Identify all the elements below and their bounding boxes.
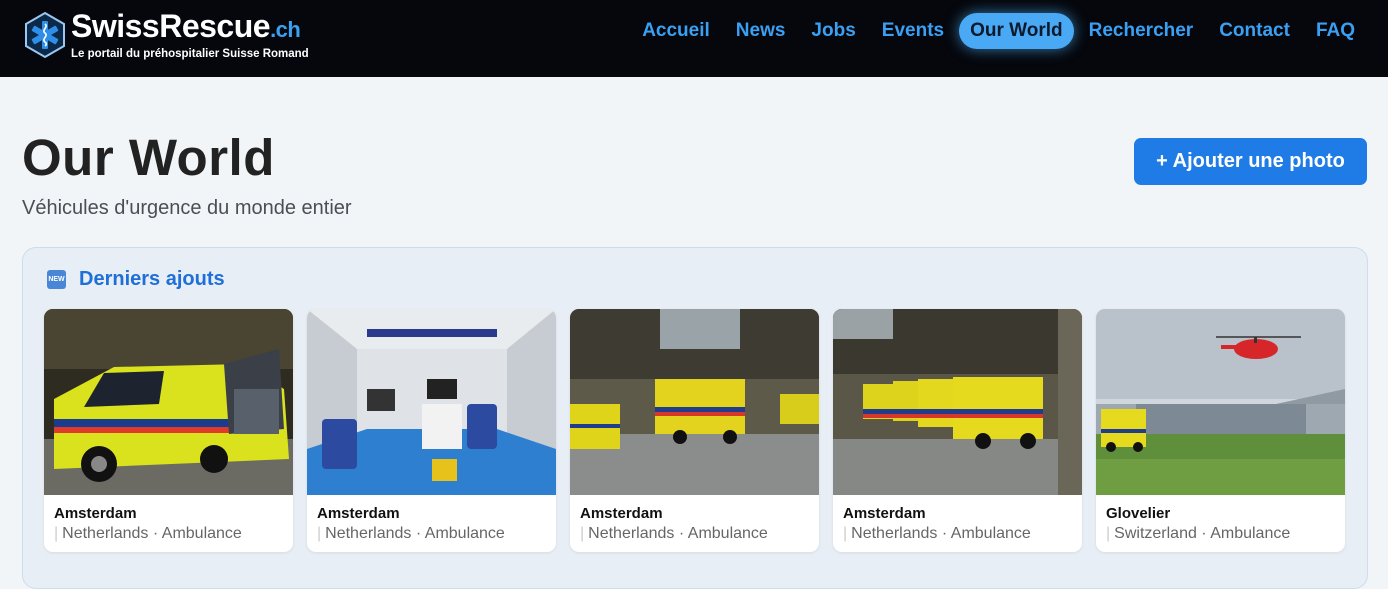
card-meta: | Netherlands · Ambulance <box>317 525 505 542</box>
brand-tagline: Le portail du préhospitalier Suisse Roma… <box>71 48 309 60</box>
photo-card[interactable]: Amsterdam | Netherlands · Ambulance <box>833 309 1082 552</box>
photo-card[interactable]: Amsterdam | Netherlands · Ambulance <box>44 309 293 552</box>
card-meta: | Netherlands · Ambulance <box>580 525 768 542</box>
vehicle-photo <box>307 309 556 495</box>
page-title: Our World <box>22 129 275 186</box>
nav-accueil[interactable]: Accueil <box>631 13 721 49</box>
new-badge-icon: NEW <box>47 270 66 289</box>
vehicle-photo <box>833 309 1082 495</box>
photo-card[interactable]: Glovelier | Switzerland · Ambulance <box>1096 309 1345 552</box>
card-meta: | Switzerland · Ambulance <box>1106 525 1291 542</box>
nav-contact[interactable]: Contact <box>1208 13 1301 49</box>
card-city: Amsterdam <box>317 505 400 522</box>
card-city: Glovelier <box>1106 505 1171 522</box>
card-meta: | Netherlands · Ambulance <box>54 525 242 542</box>
brand-tld: .ch <box>270 17 301 42</box>
photo-card[interactable]: Amsterdam | Netherlands · Ambulance <box>307 309 556 552</box>
card-city: Amsterdam <box>580 505 663 522</box>
card-city: Amsterdam <box>54 505 137 522</box>
photo-card[interactable]: Amsterdam | Netherlands · Ambulance <box>570 309 819 552</box>
vehicle-photo <box>1096 309 1345 495</box>
vehicle-photo <box>44 309 293 495</box>
nav-jobs[interactable]: Jobs <box>800 13 866 49</box>
top-navbar: SwissRescue.ch Le portail du préhospital… <box>0 0 1388 77</box>
brand-logo-link[interactable]: SwissRescue.ch Le portail du préhospital… <box>23 10 309 60</box>
nav-rechercher[interactable]: Rechercher <box>1078 13 1205 49</box>
latest-additions-title: Derniers ajouts <box>79 268 225 290</box>
brand-name: SwissRescue.ch <box>71 8 301 44</box>
vehicle-photo <box>570 309 819 495</box>
nav-news[interactable]: News <box>725 13 797 49</box>
add-photo-button[interactable]: + Ajouter une photo <box>1134 138 1367 185</box>
nav-events[interactable]: Events <box>871 13 955 49</box>
latest-additions-panel: NEW Derniers ajouts Amsterdam | Netherla… <box>22 247 1368 589</box>
main-nav: Accueil News Jobs Events Our World Reche… <box>627 13 1366 49</box>
star-of-life-logo-icon <box>25 11 65 59</box>
page-subtitle: Véhicules d'urgence du monde entier <box>22 197 352 219</box>
nav-our-world[interactable]: Our World <box>959 13 1074 49</box>
card-meta: | Netherlands · Ambulance <box>843 525 1031 542</box>
nav-faq[interactable]: FAQ <box>1305 13 1366 49</box>
card-city: Amsterdam <box>843 505 926 522</box>
photo-cards: Amsterdam | Netherlands · Ambulance Amst… <box>44 309 1359 552</box>
